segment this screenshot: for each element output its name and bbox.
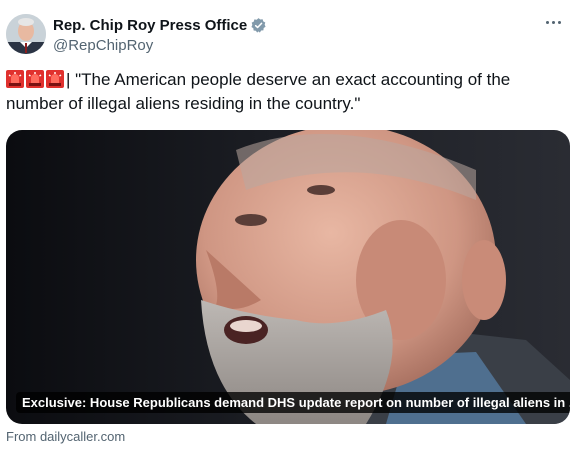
link-source[interactable]: From dailycaller.com — [6, 429, 125, 444]
more-options-icon[interactable] — [541, 12, 565, 32]
link-card-headline[interactable]: Exclusive: House Republicans demand DHS … — [16, 392, 570, 413]
verified-badge-icon — [250, 17, 267, 34]
tweet-text: | "The American people deserve an exact … — [6, 68, 566, 116]
police-light-icon — [26, 70, 44, 88]
link-card[interactable]: Exclusive: House Republicans demand DHS … — [6, 130, 570, 424]
link-card-image — [6, 130, 570, 424]
author-name[interactable]: Rep. Chip Roy Press Office — [53, 17, 247, 34]
police-light-icon — [6, 70, 24, 88]
avatar[interactable] — [6, 14, 46, 54]
author-handle[interactable]: @RepChipRoy — [53, 37, 267, 54]
author-block: Rep. Chip Roy Press Office @RepChipRoy — [53, 15, 267, 54]
police-light-icon — [46, 70, 64, 88]
tweet-text-body: | "The American people deserve an exact … — [6, 70, 511, 113]
